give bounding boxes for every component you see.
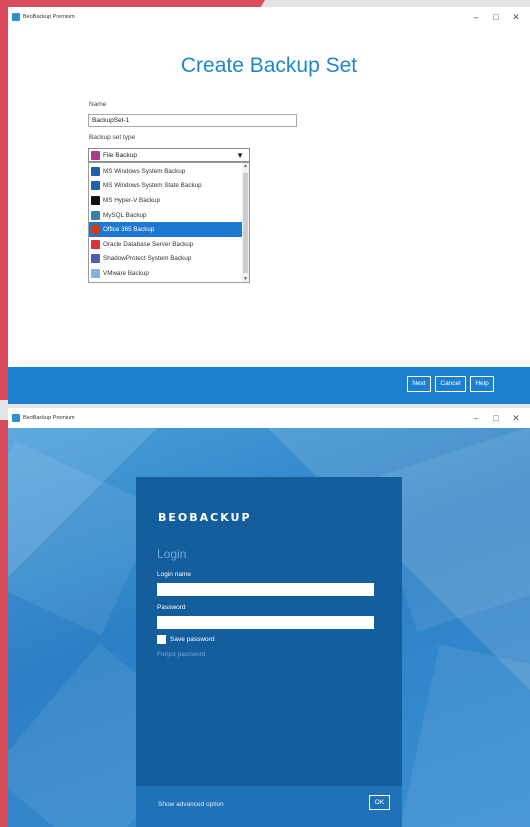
dropdown-option-label: MS Windows System State Backup [103,182,202,190]
background-polygon [399,644,530,827]
password-label: Password [157,604,186,611]
show-advanced-option-link[interactable]: Show advanced option [158,801,224,808]
name-input[interactable]: BackupSet-1 [88,114,297,127]
scroll-down-icon[interactable]: ▼ [242,276,249,282]
dropdown-option[interactable]: MS Windows System Backup [89,164,242,179]
windows-state-icon [91,181,100,191]
app-title: BeoBackup Premium [23,14,75,20]
selected-backup-type: File Backup [103,151,137,159]
window-controls: – □ ✕ [466,411,526,425]
save-password-checkbox[interactable] [157,635,166,644]
scroll-up-icon[interactable]: ▲ [242,163,249,169]
name-label: Name [89,101,107,108]
windows-system-icon [91,166,100,176]
minimize-button[interactable]: – [466,411,486,425]
login-window: BeoBackup Premium – □ ✕ BEOBACKUP Login … [8,408,530,827]
password-input[interactable] [157,616,374,629]
office365-icon [91,225,100,235]
scrollbar-thumb[interactable] [243,173,248,273]
next-button[interactable]: Next [407,376,431,392]
login-name-label: Login name [157,571,191,578]
footer-bar: Next Cancel Help [8,367,530,404]
dropdown-scrollbar[interactable]: ▲ ▼ [242,163,249,282]
maximize-button[interactable]: □ [486,10,506,24]
oracle-icon [91,239,100,249]
close-button[interactable]: ✕ [506,411,526,425]
dropdown-option-label: ShadowProtect System Backup [103,255,192,263]
app-title: BeoBackup Premium [23,415,75,421]
ok-button[interactable]: OK [369,795,390,810]
chevron-down-icon: ▼ [236,151,244,160]
app-logo-icon [12,414,20,422]
dropdown-option[interactable]: Office 365 Backup [89,222,242,237]
backup-type-select[interactable]: File Backup ▼ [88,148,250,162]
maximize-button[interactable]: □ [486,411,506,425]
save-password-label: Save password [170,636,215,643]
login-name-input[interactable] [157,583,374,596]
login-heading: Login [157,547,187,561]
minimize-button[interactable]: – [466,10,486,24]
vmware-icon [91,268,100,278]
forgot-password-link[interactable]: Forgot password [157,651,205,658]
app-logo-icon [12,13,20,21]
dropdown-option-label: MS Hyper-V Backup [103,196,161,204]
page-title: Create Backup Set [180,54,358,77]
mysql-icon [91,210,100,220]
dropdown-list: MS Windows System Backup MS Windows Syste… [89,164,242,281]
title-bar: BeoBackup Premium – □ ✕ [8,408,530,428]
dropdown-option[interactable]: ShadowProtect System Backup [89,252,242,267]
close-button[interactable]: ✕ [506,10,526,24]
dropdown-option-label: MySQL Backup [103,211,147,219]
cancel-button[interactable]: Cancel [435,376,466,392]
backup-type-dropdown[interactable]: MS Windows System Backup MS Windows Syste… [88,162,250,283]
create-backup-set-window: BeoBackup Premium – □ ✕ Create Backup Se… [8,7,530,404]
login-panel: BEOBACKUP Login Login name Password Save… [136,477,402,827]
dropdown-option[interactable]: MS Hyper-V Backup [89,193,242,208]
dropdown-option[interactable]: VMware Backup [89,266,242,281]
dropdown-option[interactable]: MS Windows System State Backup [89,179,242,194]
login-footer: Show advanced option OK [136,786,402,827]
dropdown-option-label: Oracle Database Server Backup [103,240,194,248]
dropdown-option[interactable]: Oracle Database Server Backup [89,237,242,252]
backup-type-label: Backup set type [89,134,136,141]
dropdown-option[interactable]: MySQL Backup [89,208,242,223]
dropdown-option-label: Office 365 Backup [103,226,155,234]
shadowprotect-icon [91,254,100,264]
dropdown-option-label: VMware Backup [103,269,149,277]
file-backup-icon [91,150,100,160]
hyperv-icon [91,195,100,205]
brand-logo: BEOBACKUP [158,511,252,524]
help-button[interactable]: Help [470,376,494,392]
dropdown-option-label: MS Windows System Backup [103,167,186,175]
title-bar: BeoBackup Premium – □ ✕ [8,7,530,27]
window-controls: – □ ✕ [466,10,526,24]
